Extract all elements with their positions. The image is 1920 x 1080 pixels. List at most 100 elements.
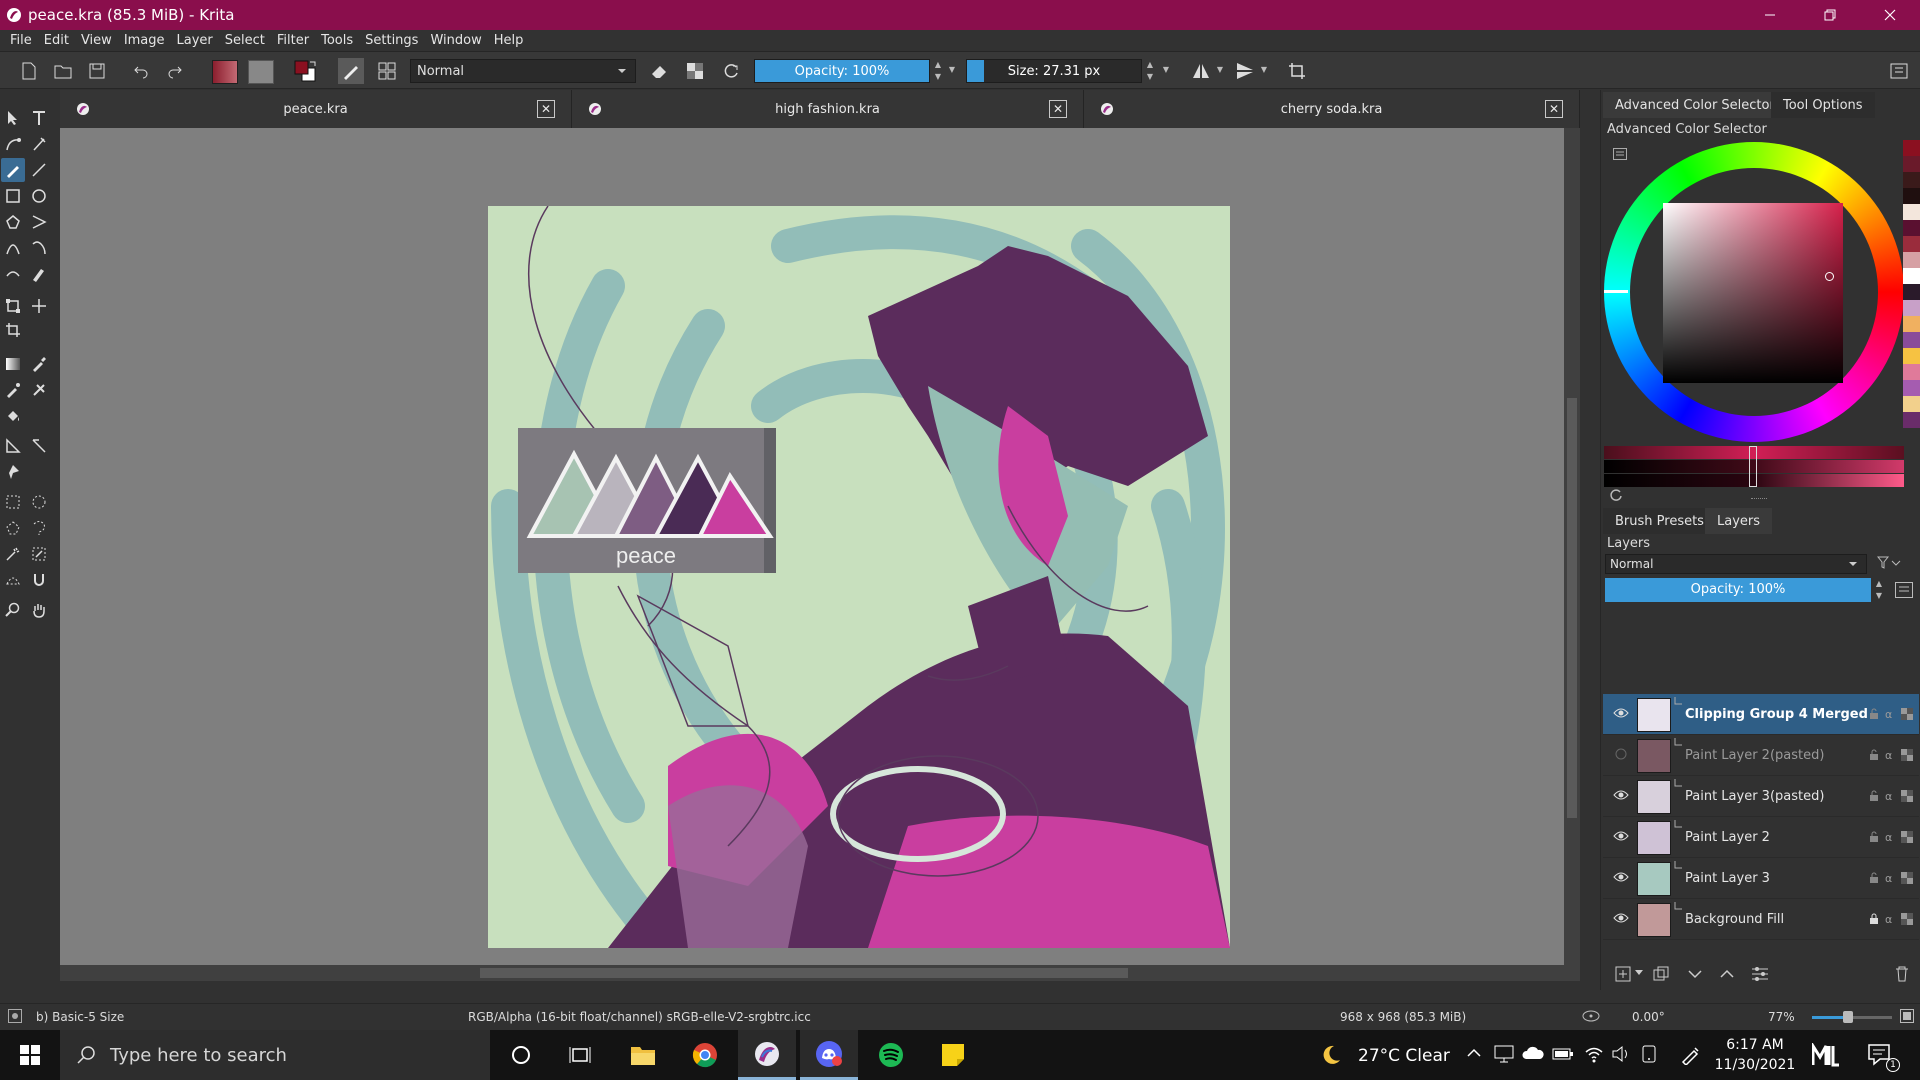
close-tab-button[interactable]: ✕ xyxy=(1545,100,1563,118)
chrome-icon[interactable] xyxy=(676,1030,734,1080)
menu-help[interactable]: Help xyxy=(488,30,530,48)
edit-shapes-tool-icon[interactable] xyxy=(1,132,25,156)
foreground-background-color-icon[interactable] xyxy=(292,58,318,84)
reload-preset-button[interactable] xyxy=(718,58,744,84)
brush-preset-icon[interactable] xyxy=(338,58,364,84)
wrap-around-icon[interactable] xyxy=(1284,58,1310,84)
similar-color-selection-tool-icon[interactable] xyxy=(27,542,51,566)
eye-visible-icon[interactable] xyxy=(1613,871,1629,883)
filter-icon[interactable] xyxy=(1877,556,1901,570)
lock-icon[interactable] xyxy=(1869,913,1879,925)
layer-row[interactable]: Background Fill α xyxy=(1603,899,1919,940)
canvas-viewport[interactable]: peace xyxy=(60,128,1580,981)
contiguous-selection-tool-icon[interactable] xyxy=(1,542,25,566)
volume-icon[interactable] xyxy=(1612,1045,1632,1063)
mirror-vertical-icon[interactable] xyxy=(1232,58,1258,84)
horizontal-scrollbar[interactable] xyxy=(60,965,1564,981)
discord-icon[interactable] xyxy=(800,1030,858,1080)
smart-patch-tool-icon[interactable] xyxy=(27,378,51,402)
pattern-swatch[interactable] xyxy=(248,60,274,84)
eye-hidden-icon[interactable] xyxy=(1613,748,1629,760)
layer-opacity-slider[interactable]: Opacity: 100% xyxy=(1605,578,1871,602)
polygon-tool-icon[interactable] xyxy=(1,210,25,234)
measure-tool-icon[interactable] xyxy=(27,434,51,458)
color-picker-handle[interactable] xyxy=(1825,272,1834,281)
chevron-up-icon[interactable] xyxy=(1466,1045,1482,1061)
brush-preset-name[interactable]: b) Basic-5 Size xyxy=(36,1010,124,1024)
eye-visible-icon[interactable] xyxy=(1613,912,1629,924)
polyline-tool-icon[interactable] xyxy=(27,210,51,234)
tab-layers[interactable]: Layers xyxy=(1705,508,1773,534)
layer-row[interactable]: Paint Layer 2 α xyxy=(1603,817,1919,858)
duplicate-layer-icon[interactable] xyxy=(1653,966,1669,982)
eye-visible-icon[interactable] xyxy=(1613,707,1629,719)
move-layer-down-icon[interactable] xyxy=(1687,966,1703,982)
color-space-info[interactable]: RGB/Alpha (16-bit float/channel) sRGB-el… xyxy=(468,1010,811,1024)
menu-select[interactable]: Select xyxy=(219,30,271,48)
onedrive-icon[interactable] xyxy=(1522,1045,1544,1061)
sticky-notes-icon[interactable] xyxy=(924,1030,982,1080)
windows-start-icon[interactable] xyxy=(0,1030,60,1080)
menu-window[interactable]: Window xyxy=(424,30,487,48)
menu-filter[interactable]: Filter xyxy=(271,30,315,48)
preserve-alpha-button[interactable] xyxy=(682,58,708,84)
tablet-mode-icon[interactable] xyxy=(1640,1045,1658,1063)
reference-images-tool-icon[interactable] xyxy=(1,460,25,484)
menu-layer[interactable]: Layer xyxy=(171,30,219,48)
layer-options-icon[interactable] xyxy=(1751,966,1769,982)
menu-image[interactable]: Image xyxy=(118,30,171,48)
color-wheel[interactable] xyxy=(1604,142,1910,448)
redo-button[interactable] xyxy=(162,58,188,84)
taskbar-search-box[interactable]: Type here to search xyxy=(60,1030,490,1080)
alpha-lock-icon[interactable]: α xyxy=(1885,872,1895,884)
menu-file[interactable]: File xyxy=(4,30,38,48)
alpha-lock-icon[interactable]: α xyxy=(1885,790,1895,802)
select-shapes-tool-icon[interactable] xyxy=(1,106,25,130)
alpha-lock-icon[interactable]: α xyxy=(1885,913,1895,925)
image-size-info[interactable]: 968 x 968 (85.3 MiB) xyxy=(1340,1010,1466,1024)
multibrush-tool-icon[interactable] xyxy=(27,262,51,286)
delete-layer-icon[interactable] xyxy=(1895,966,1909,982)
blend-mode-select[interactable]: Normal xyxy=(410,59,636,83)
tab-tool-options[interactable]: Tool Options xyxy=(1771,92,1875,118)
taskbar-clock[interactable]: 6:17 AM 11/30/2021 xyxy=(1712,1035,1798,1075)
eye-visible-icon[interactable] xyxy=(1613,830,1629,842)
add-layer-icon[interactable] xyxy=(1615,966,1631,982)
zoom-value[interactable]: 77% xyxy=(1768,1010,1795,1024)
new-document-button[interactable] xyxy=(16,58,42,84)
moon-weather-icon[interactable] xyxy=(1320,1044,1342,1066)
shade-handle[interactable] xyxy=(1749,446,1757,487)
layer-row[interactable]: Paint Layer 3(pasted) α xyxy=(1603,776,1919,817)
network-monitor-icon[interactable] xyxy=(1494,1045,1514,1063)
transform-tool-icon[interactable] xyxy=(1,294,25,318)
brush-editor-grid-icon[interactable] xyxy=(374,58,400,84)
unlock-icon[interactable] xyxy=(1869,831,1879,843)
unlock-icon[interactable] xyxy=(1869,708,1879,720)
battery-icon[interactable] xyxy=(1552,1047,1574,1061)
document-tab-high-fashion[interactable]: high fashion.kra ✕ xyxy=(572,90,1084,128)
line-tool-icon[interactable] xyxy=(27,158,51,182)
assistant-tool-icon[interactable] xyxy=(1,434,25,458)
zoom-tool-icon[interactable] xyxy=(1,598,25,622)
wifi-icon[interactable] xyxy=(1584,1045,1604,1063)
bezier-selection-tool-icon[interactable] xyxy=(1,568,25,592)
gradient-swatch[interactable] xyxy=(212,60,238,84)
ellipse-tool-icon[interactable] xyxy=(27,184,51,208)
rectangle-tool-icon[interactable] xyxy=(1,184,25,208)
elliptical-selection-tool-icon[interactable] xyxy=(27,490,51,514)
rotation-value[interactable]: 0.00° xyxy=(1632,1010,1665,1024)
zoom-slider-handle[interactable] xyxy=(1843,1011,1853,1023)
tab-brush-presets[interactable]: Brush Presets xyxy=(1603,508,1716,534)
color-history-palette[interactable] xyxy=(1903,140,1920,428)
workspace-chooser-icon[interactable] xyxy=(1886,58,1912,84)
layer-row[interactable]: Paint Layer 2(pasted) α xyxy=(1603,735,1919,776)
artwork-canvas[interactable]: peace xyxy=(488,206,1230,948)
alpha-inherit-icon[interactable] xyxy=(1901,708,1913,720)
layer-properties-icon[interactable] xyxy=(1895,582,1913,598)
tab-advanced-color-selector[interactable]: Advanced Color Selector xyxy=(1603,92,1787,118)
alpha-inherit-icon[interactable] xyxy=(1901,913,1913,925)
layer-row[interactable]: Clipping Group 4 Merged α xyxy=(1603,694,1919,735)
unlock-icon[interactable] xyxy=(1869,749,1879,761)
cortana-icon[interactable] xyxy=(492,1030,550,1080)
undo-button[interactable] xyxy=(128,58,154,84)
